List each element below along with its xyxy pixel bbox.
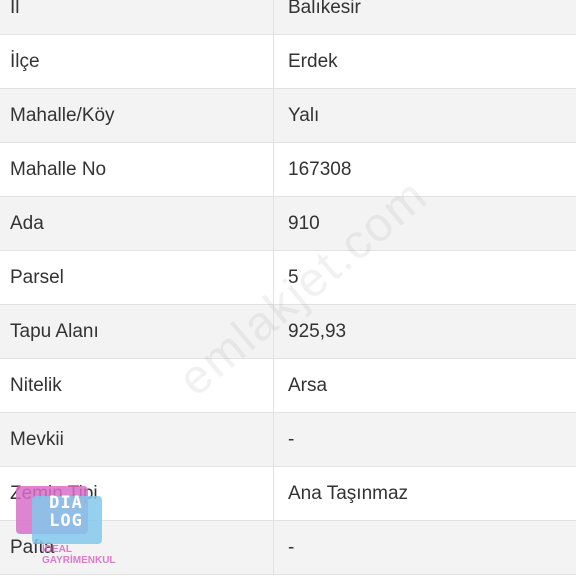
table-row: Mahalle No 167308: [0, 143, 576, 197]
row-key: İlçe: [0, 35, 274, 88]
table-row: Zemin Tipi Ana Taşınmaz: [0, 467, 576, 521]
row-key: Mevkii: [0, 413, 274, 466]
row-key: Nitelik: [0, 359, 274, 412]
table-row: İlçe Erdek: [0, 35, 576, 89]
row-value: 167308: [288, 158, 352, 180]
row-key: Ada: [0, 197, 274, 250]
row-value: -: [288, 428, 295, 450]
row-key: Parsel: [0, 251, 274, 304]
row-key: Mahalle/Köy: [0, 89, 274, 142]
table-row: Mahalle/Köy Yalı: [0, 89, 576, 143]
row-value: Arsa: [288, 374, 328, 396]
row-value: Balıkesir: [288, 0, 361, 18]
row-value: Ana Taşınmaz: [288, 482, 409, 504]
row-value: -: [288, 536, 295, 558]
table-row: Mevkii -: [0, 413, 576, 467]
row-key: Tapu Alanı: [0, 305, 274, 358]
table-row: Pafta -: [0, 521, 576, 575]
row-value: 910: [288, 212, 320, 234]
row-key: İl: [0, 0, 274, 34]
table-row: İl Balıkesir: [0, 0, 576, 35]
row-value: 925,93: [288, 320, 347, 342]
row-key: Pafta: [0, 521, 274, 574]
row-value: 5: [288, 266, 299, 288]
row-key: Mahalle No: [0, 143, 274, 196]
row-value: Yalı: [288, 104, 320, 126]
row-key: Zemin Tipi: [0, 467, 274, 520]
table-row: Parsel 5: [0, 251, 576, 305]
table-row: Tapu Alanı 925,93: [0, 305, 576, 359]
table-row: Nitelik Arsa: [0, 359, 576, 413]
row-value: Erdek: [288, 50, 338, 72]
property-info-table: İl Balıkesir İlçe Erdek Mahalle/Köy Yalı…: [0, 0, 576, 575]
table-row: Ada 910: [0, 197, 576, 251]
